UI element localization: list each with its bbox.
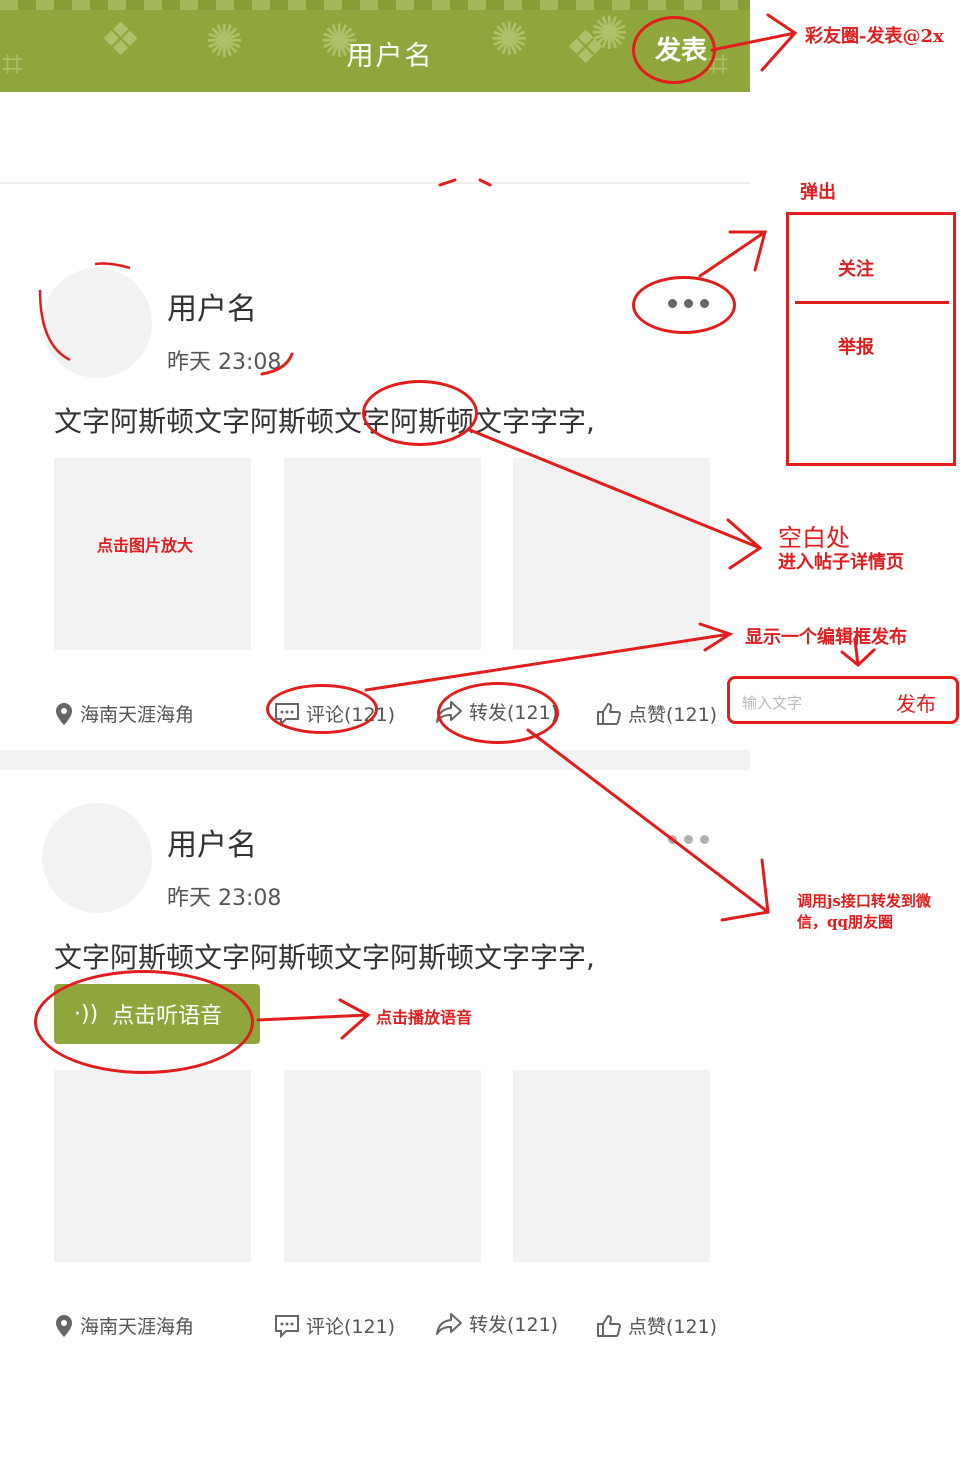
text-highlight [362, 380, 478, 446]
popup-note: 弹出 [800, 182, 836, 203]
report-option[interactable]: 举报 [838, 333, 874, 359]
comment-editor-input[interactable]: 输入文字 [742, 692, 802, 713]
show-editor-note: 显示一个编辑框发布 [745, 627, 907, 648]
forward-highlight [437, 682, 559, 744]
voice-note: 点击播放语音 [376, 1008, 473, 1027]
popup-divider [795, 301, 949, 304]
voice-highlight [34, 970, 254, 1074]
editor-publish-button[interactable]: 发布 [896, 688, 936, 717]
follow-option[interactable]: 关注 [838, 255, 874, 281]
enter-detail-note: 进入帖子详情页 [778, 552, 904, 573]
more-options-highlight [632, 276, 736, 334]
forward-note: 调用js接口转发到微 [797, 892, 931, 910]
comment-highlight [266, 684, 378, 734]
forward-note: 信，qq朋友圈 [797, 913, 893, 931]
publish-highlight [632, 16, 716, 84]
publish-note: 彩友圈-发表@2x [805, 26, 944, 47]
